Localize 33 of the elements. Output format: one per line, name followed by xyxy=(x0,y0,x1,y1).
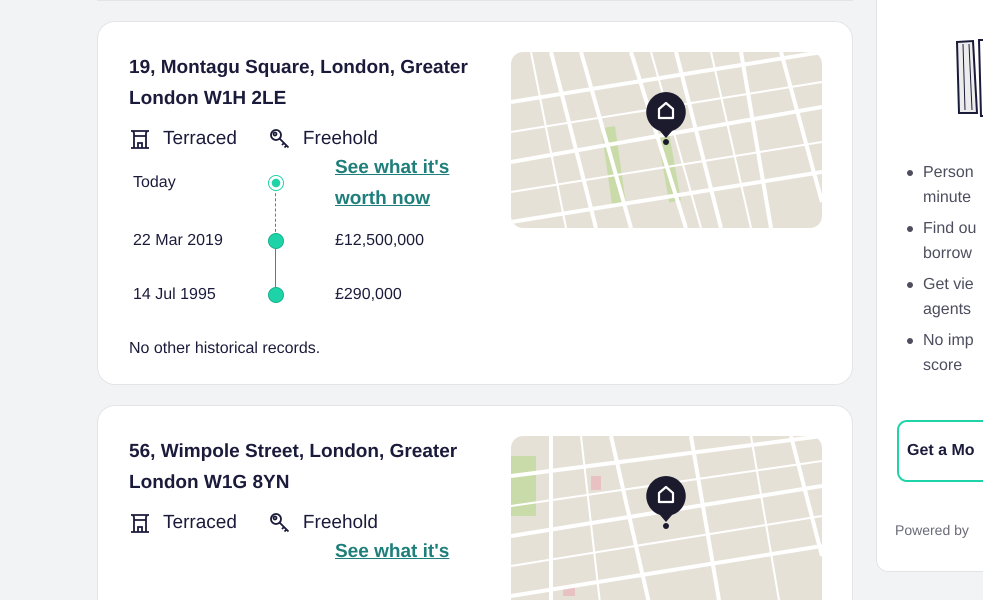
key-icon xyxy=(268,128,291,150)
timeline-dot-icon xyxy=(268,287,284,303)
timeline-dot-icon xyxy=(268,175,284,191)
bullet-icon xyxy=(907,170,913,176)
history-date: Today xyxy=(132,174,177,192)
history-date: 22 Mar 2019 xyxy=(132,232,224,250)
benefit-text: Find ou borrow xyxy=(923,219,976,264)
property-tag: Freehold xyxy=(302,512,378,534)
benefit-text: No imp score xyxy=(923,331,974,376)
key-icon xyxy=(268,512,291,534)
property-tag: Terraced xyxy=(163,128,237,150)
valuation-link[interactable]: See what it's worth now xyxy=(335,152,485,214)
sale-price: £12,500,000 xyxy=(335,232,424,250)
property-address: 19, Montagu Square, London, Greater London W1H 2LE xyxy=(129,56,469,111)
timeline-dot-icon xyxy=(268,233,284,249)
property-tag: Terraced xyxy=(163,512,237,534)
house-pin-icon xyxy=(644,474,688,530)
history-note: No other historical records. xyxy=(129,340,322,358)
bullet-icon xyxy=(907,282,913,288)
bullet-icon xyxy=(907,226,913,232)
valuation-link[interactable]: See what it's xyxy=(335,536,485,567)
sale-price: £290,000 xyxy=(335,286,402,304)
property-tag: Freehold xyxy=(302,128,378,150)
history-date: 14 Jul 1995 xyxy=(132,286,217,304)
mortgage-button[interactable]: Get a Mo xyxy=(897,420,983,482)
bullet-icon xyxy=(907,338,913,344)
benefit-text: Get vie agents xyxy=(923,275,974,320)
terraced-house-icon xyxy=(129,512,151,534)
benefit-text: Person minute xyxy=(923,163,974,208)
property-address: 56, Wimpole Street, London, Greater London W1G 8YN xyxy=(129,440,458,495)
terraced-house-icon xyxy=(129,128,151,150)
powered-by-text: Powered by xyxy=(895,522,970,538)
house-pin-icon xyxy=(644,90,688,146)
